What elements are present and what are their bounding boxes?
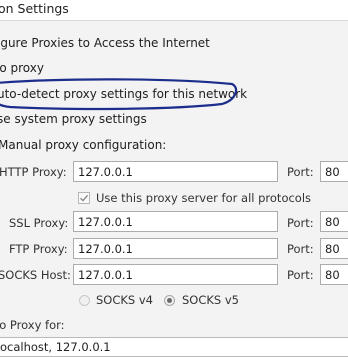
socks-port-input[interactable]: 80	[320, 264, 348, 285]
ssl-port-input[interactable]: 80	[320, 211, 348, 232]
use-for-all-label[interactable]: Use this proxy server for all protocols	[96, 191, 311, 205]
ssl-proxy-input[interactable]: 127.0.0.1	[73, 211, 278, 232]
radio-no-proxy-label[interactable]: lo proxy	[0, 61, 44, 75]
ssl-proxy-label: SSL Proxy:	[9, 216, 69, 230]
http-port-label: Port:	[287, 165, 314, 179]
no-proxy-for-label: lo Proxy for:	[0, 318, 65, 332]
radio-manual-proxy-label[interactable]: Manual proxy configuration:	[0, 138, 166, 152]
socks-v4-label[interactable]: SOCKS v4	[96, 293, 153, 307]
radio-auto-detect-label[interactable]: uto-detect proxy settings for this netwo…	[0, 87, 247, 101]
socks-v5-label[interactable]: SOCKS v5	[182, 293, 239, 307]
ftp-port-input[interactable]: 80	[320, 238, 348, 259]
http-proxy-label: HTTP Proxy:	[0, 165, 67, 179]
ssl-port-label: Port:	[287, 216, 314, 230]
section-heading: igure Proxies to Access the Internet	[0, 36, 210, 50]
ftp-proxy-input[interactable]: 127.0.0.1	[73, 238, 278, 259]
ftp-port-label: Port:	[287, 242, 314, 256]
use-for-all-checkbox[interactable]	[78, 192, 90, 204]
http-proxy-input[interactable]: 127.0.0.1	[73, 161, 278, 182]
dialog-titlebar: on Settings	[0, 0, 348, 21]
dialog-title: on Settings	[0, 1, 69, 16]
socks-host-label: SOCKS Host:	[0, 268, 71, 282]
socks-v4-radio[interactable]	[79, 295, 90, 306]
ftp-proxy-label: FTP Proxy:	[9, 242, 68, 256]
socks-port-label: Port:	[287, 268, 314, 282]
no-proxy-for-input[interactable]: ocalhost, 127.0.0.1	[0, 337, 348, 357]
radio-system-proxy-label[interactable]: se system proxy settings	[0, 112, 147, 126]
no-proxy-for-value: ocalhost, 127.0.0.1	[0, 340, 111, 354]
checkmark-icon	[80, 194, 89, 202]
socks-host-input[interactable]: 127.0.0.1	[73, 264, 278, 285]
http-port-input[interactable]: 80	[320, 161, 348, 182]
socks-v5-radio[interactable]	[164, 295, 175, 306]
